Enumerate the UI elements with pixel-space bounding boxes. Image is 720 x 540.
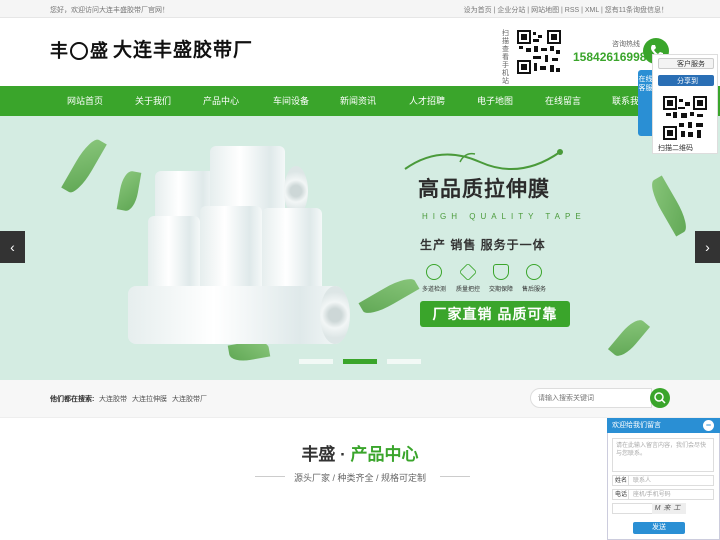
- nav-item-about[interactable]: 关于我们: [118, 86, 188, 116]
- banner-subtitle-en: HIGH QUALITY TAPE: [422, 212, 586, 221]
- site-title[interactable]: 大连丰盛胶带厂: [113, 40, 253, 62]
- main-nav: 网站首页 关于我们 产品中心 车间设备 新闻资讯 人才招聘 电子地图 在线留言 …: [0, 86, 720, 116]
- banner-next-arrow[interactable]: ›: [695, 231, 720, 263]
- film-roll: [148, 216, 200, 296]
- banner-prev-arrow[interactable]: ‹: [0, 231, 25, 263]
- film-roll-end: [320, 286, 350, 344]
- top-bar: 您好，欢迎访问大连丰盛胶带厂官网！ 设为首页 | 企业分站 | 网站地图 | R…: [0, 0, 720, 18]
- search-input[interactable]: [530, 388, 652, 408]
- inspection-icon: [426, 264, 442, 280]
- diamond-icon: [458, 262, 478, 282]
- film-roll-large: [128, 286, 343, 344]
- leaf-decoration: [646, 175, 692, 237]
- name-field[interactable]: 姓名 联系人: [612, 475, 714, 486]
- nav-item-home[interactable]: 网站首页: [50, 86, 120, 116]
- feature-service: 售后服务: [519, 264, 549, 293]
- top-links[interactable]: 设为首页 | 企业分站 | 网站地图 | RSS | XML | 您有11条询盘…: [464, 5, 668, 15]
- captcha-image[interactable]: M来工: [652, 503, 686, 514]
- hot-keyword[interactable]: 大连拉伸膜: [132, 394, 167, 404]
- minimize-icon[interactable]: −: [703, 420, 714, 431]
- phone-field[interactable]: 电话 座机/手机号码: [612, 489, 714, 500]
- share-button[interactable]: 分享到: [658, 75, 714, 86]
- leaf-decoration: [116, 169, 142, 213]
- banner-slogan: 厂家直销 品质可靠: [420, 301, 570, 327]
- shield-check-icon: [493, 264, 509, 280]
- leaf-decoration: [358, 273, 420, 319]
- swirl-decoration: [404, 149, 563, 171]
- headset-icon: [526, 264, 542, 280]
- welcome-text: 您好，欢迎访问大连丰盛胶带厂官网！: [50, 7, 169, 14]
- qr-code-icon: [517, 30, 561, 74]
- nav-item-contact[interactable]: 联系我: [600, 86, 640, 116]
- hotline-number[interactable]: 15842616998: [573, 50, 646, 64]
- logo-char-2: 盛: [90, 41, 108, 61]
- hotline-label: 咨询热线: [612, 41, 640, 48]
- logo-ring-icon: [70, 42, 88, 60]
- nav-item-products[interactable]: 产品中心: [186, 86, 256, 116]
- leaf-decoration: [61, 135, 107, 197]
- send-button[interactable]: 发送: [633, 522, 685, 534]
- nav-item-map[interactable]: 电子地图: [460, 86, 530, 116]
- qr-scan-label: 扫描二维码: [658, 145, 693, 152]
- logo-char-1: 丰: [50, 41, 68, 61]
- search-icon: [654, 392, 666, 404]
- hot-keyword[interactable]: 大连胶带: [99, 394, 127, 404]
- nav-item-news[interactable]: 新闻资讯: [323, 86, 393, 116]
- online-service-tab[interactable]: 在线客服: [638, 70, 653, 136]
- customer-service-button[interactable]: 客户服务: [658, 58, 714, 69]
- hero-banner: 高品质拉伸膜 HIGH QUALITY TAPE 生产 销售 服务于一体 多道检…: [0, 116, 720, 380]
- nav-item-message[interactable]: 在线留言: [528, 86, 598, 116]
- banner-dot-2[interactable]: [343, 359, 377, 364]
- film-roll: [200, 206, 262, 296]
- feature-quality: 质量把控: [453, 262, 483, 293]
- nav-item-jobs[interactable]: 人才招聘: [392, 86, 462, 116]
- banner-dot-3[interactable]: [387, 359, 421, 364]
- banner-dot-1[interactable]: [299, 359, 333, 364]
- message-content-field[interactable]: 请在此输入留言内容，我们会尽快与您联系。: [612, 438, 714, 472]
- leaf-decoration: [607, 315, 651, 361]
- banner-tagline: 生产 销售 服务于一体: [420, 238, 546, 252]
- side-qr-code-icon: [662, 96, 708, 140]
- search-button[interactable]: [650, 388, 670, 408]
- feature-delivery: 交期保障: [486, 264, 516, 293]
- scan-mobile-text: 扫描查看手机站: [502, 30, 509, 85]
- divider: [440, 476, 470, 477]
- hot-search-label: 他们都在搜索:: [50, 396, 95, 403]
- hot-keyword[interactable]: 大连胶带厂: [172, 394, 207, 404]
- logo-mark[interactable]: 丰 盛: [50, 40, 110, 62]
- banner-title: 高品质拉伸膜: [418, 178, 550, 201]
- nav-item-workshop[interactable]: 车间设备: [256, 86, 326, 116]
- feature-inspection: 多道检测: [419, 264, 449, 293]
